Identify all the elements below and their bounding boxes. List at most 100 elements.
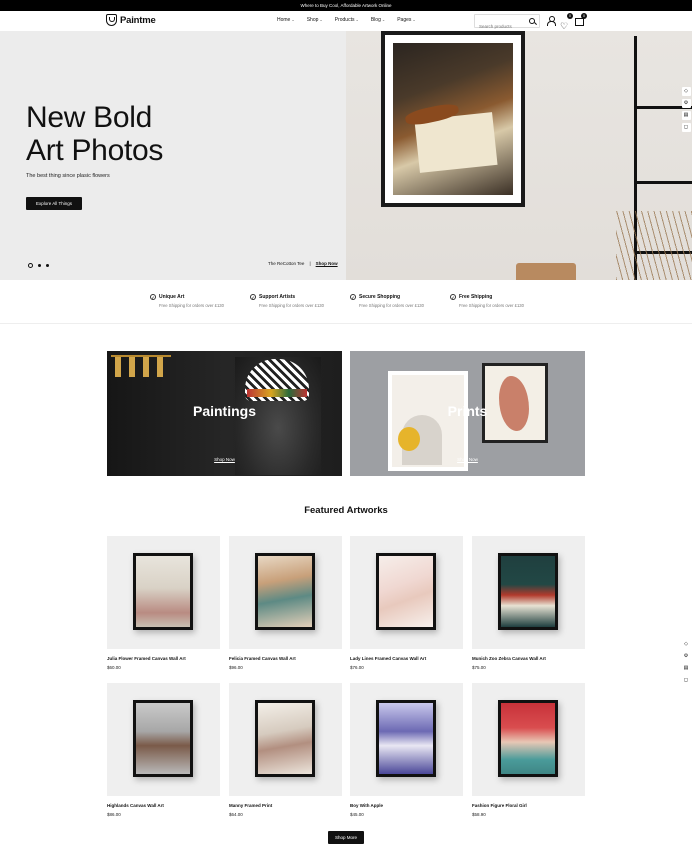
- framed-artwork: [376, 553, 436, 630]
- category-shop-link[interactable]: Shop Now: [107, 457, 342, 462]
- wishlist-count-badge: 0: [567, 13, 573, 19]
- main-nav: Home⌄ Shop⌄ Products⌄ Blog⌄ Pages⌄: [277, 17, 416, 23]
- artwork-image: [501, 556, 555, 627]
- announcement-text: Where to Buy Cool, Affordable Artwork On…: [300, 3, 392, 8]
- product-image[interactable]: [350, 683, 463, 796]
- framed-artwork: [376, 700, 436, 777]
- tag-icon[interactable]: ◇: [681, 87, 691, 96]
- hero-product-name: The ReCotton Tee: [268, 261, 305, 266]
- product-image[interactable]: [350, 536, 463, 649]
- artwork-image: [379, 556, 433, 627]
- product-card[interactable]: Manny Framed Print $64.00: [229, 683, 342, 817]
- artwork-image: [258, 556, 312, 627]
- nav-home[interactable]: Home⌄: [277, 17, 295, 23]
- product-card[interactable]: Highlands Canvas Wall Art $86.00: [107, 683, 220, 817]
- product-image[interactable]: [229, 683, 342, 796]
- framed-painting-image: [381, 31, 525, 207]
- tag-icon[interactable]: ◇: [681, 640, 691, 649]
- slider-dot-2[interactable]: [38, 264, 41, 267]
- feature-subtitle: Free Shipping for orders over £130: [259, 303, 324, 308]
- search-icon[interactable]: [529, 18, 535, 24]
- shop-more-button[interactable]: Shop More: [328, 831, 364, 844]
- check-circle-icon: ✓: [150, 294, 156, 300]
- slider-dot-3[interactable]: [46, 264, 49, 267]
- feature-title: Free Shipping: [459, 294, 493, 300]
- product-price: $75.00: [472, 665, 486, 670]
- logo-icon: [106, 14, 117, 26]
- cart-icon[interactable]: 0: [574, 13, 587, 26]
- artwork-image: [501, 703, 555, 774]
- feature-subtitle: Free Shipping for orders over £130: [159, 303, 224, 308]
- hero-title: New Bold Art Photos: [26, 101, 163, 167]
- nav-products-label: Products: [334, 17, 355, 23]
- chevron-down-icon: ⌄: [291, 17, 295, 22]
- nav-blog-label: Blog: [370, 17, 381, 23]
- product-card[interactable]: Munich Zoo Zebra Canvas Wall Art $75.00: [472, 536, 585, 670]
- category-paintings[interactable]: Paintings Shop Now: [107, 351, 342, 476]
- feature-free-shipping: ✓ Free Shipping Free Shipping for orders …: [450, 294, 550, 308]
- product-card[interactable]: Felicia Framed Canvas Wall Art $96.00: [229, 536, 342, 670]
- feature-support-artists: ✓ Support Artists Free Shipping for order…: [250, 294, 350, 308]
- logo[interactable]: Paintme: [106, 14, 156, 26]
- product-card[interactable]: Julia Flower Framed Canvas Wall Art $60.0…: [107, 536, 220, 670]
- product-name[interactable]: Julia Flower Framed Canvas Wall Art: [107, 656, 220, 661]
- product-image[interactable]: [472, 683, 585, 796]
- product-image[interactable]: [229, 536, 342, 649]
- chair-decoration: [516, 263, 576, 280]
- slider-dot-1[interactable]: [28, 263, 33, 268]
- product-card[interactable]: Fashion Figure Floral Girl $58.90: [472, 683, 585, 817]
- nav-shop[interactable]: Shop⌄: [307, 17, 323, 23]
- category-shop-link-label: Shop Now: [214, 457, 235, 462]
- hero-title-line1: New Bold: [26, 101, 152, 134]
- side-toolbar-bottom: ◇ ⚙ ▤ ◻: [680, 640, 692, 685]
- product-image[interactable]: [472, 536, 585, 649]
- chevron-down-icon: ⌄: [355, 17, 359, 22]
- product-name[interactable]: Manny Framed Print: [229, 803, 342, 808]
- hero-subtitle: The best thing since plasic flowers: [26, 173, 110, 179]
- nav-products[interactable]: Products⌄: [335, 17, 359, 23]
- bag-icon[interactable]: ◻: [681, 123, 691, 132]
- product-card[interactable]: Lady Lines Framed Canvas Wall Art $76.00: [350, 536, 463, 670]
- dried-grass-decoration: [616, 211, 692, 280]
- settings-icon[interactable]: ⚙: [681, 652, 691, 661]
- check-circle-icon: ✓: [350, 294, 356, 300]
- turban-band-decoration: [247, 389, 307, 397]
- hero-shop-link[interactable]: Shop Now: [316, 261, 338, 266]
- product-image[interactable]: [107, 683, 220, 796]
- category-prints[interactable]: Prints Shop Now: [350, 351, 585, 476]
- account-icon[interactable]: [546, 16, 556, 26]
- site-header: Paintme Home⌄ Shop⌄ Products⌄ Blog⌄ Page…: [0, 11, 692, 33]
- product-image[interactable]: [107, 536, 220, 649]
- artwork-image: [379, 703, 433, 774]
- document-icon[interactable]: ▤: [681, 111, 691, 120]
- slider-dots: [28, 263, 49, 268]
- settings-icon[interactable]: ⚙: [681, 99, 691, 108]
- nav-pages[interactable]: Pages⌄: [397, 17, 416, 23]
- product-price: $96.00: [229, 665, 243, 670]
- product-name[interactable]: Fashion Figure Floral Girl: [472, 803, 585, 808]
- nav-pages-label: Pages: [397, 17, 412, 23]
- product-name[interactable]: Lady Lines Framed Canvas Wall Art: [350, 656, 463, 661]
- bag-icon[interactable]: ◻: [681, 676, 691, 685]
- framed-artwork: [133, 553, 193, 630]
- hero-content: New Bold Art Photos The best thing since…: [0, 31, 346, 280]
- document-icon[interactable]: ▤: [681, 664, 691, 673]
- wishlist-icon[interactable]: 0: [560, 13, 573, 25]
- feature-subtitle: Free Shipping for orders over £130: [459, 303, 524, 308]
- product-name[interactable]: Highlands Canvas Wall Art: [107, 803, 220, 808]
- nav-blog[interactable]: Blog⌄: [371, 17, 385, 23]
- framed-artwork: [498, 700, 558, 777]
- product-name[interactable]: Boy With Apple: [350, 803, 463, 808]
- search-box: [474, 14, 540, 33]
- product-card[interactable]: Boy With Apple $45.00: [350, 683, 463, 817]
- product-name[interactable]: Munich Zoo Zebra Canvas Wall Art: [472, 656, 585, 661]
- hero-slider: New Bold Art Photos The best thing since…: [0, 31, 692, 280]
- check-circle-icon: ✓: [250, 294, 256, 300]
- side-toolbar: ◇ ⚙ ▤ ◻: [680, 87, 692, 132]
- product-price: $64.00: [229, 812, 243, 817]
- artwork-image: [136, 556, 190, 627]
- category-shop-link[interactable]: Shop Now: [350, 457, 585, 462]
- explore-button[interactable]: Explore All Things: [26, 197, 82, 210]
- product-price: $60.00: [107, 665, 121, 670]
- product-name[interactable]: Felicia Framed Canvas Wall Art: [229, 656, 342, 661]
